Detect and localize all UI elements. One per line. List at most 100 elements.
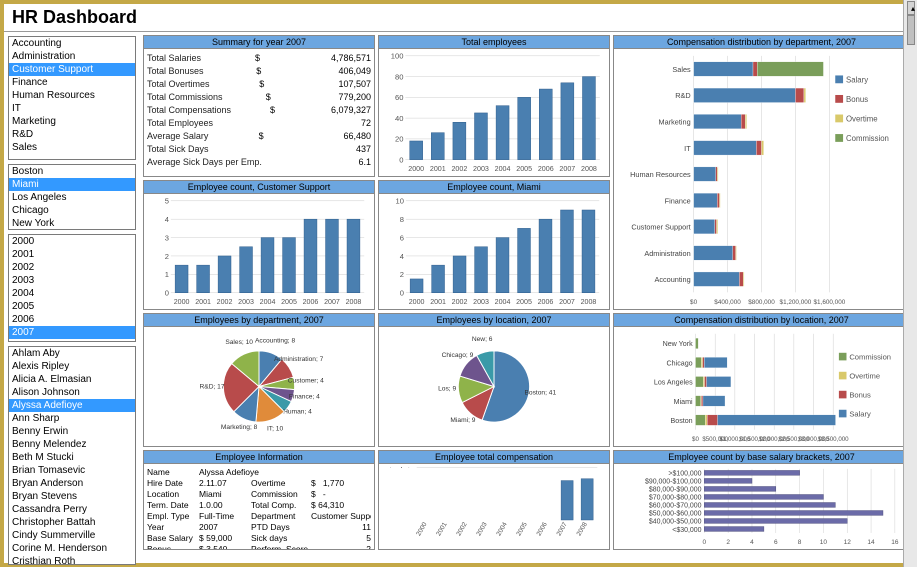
svg-text:2004: 2004 [495,521,508,537]
list-item[interactable]: 2000 [9,235,135,248]
svg-text:Los; 9: Los; 9 [438,385,456,392]
value: Miami [199,489,251,500]
svg-text:2006: 2006 [536,521,549,537]
list-item[interactable]: Alicia A. Elmasian [9,373,135,386]
list-item[interactable]: Bryan Anderson [9,477,135,490]
svg-text:2000: 2000 [415,521,428,537]
svg-text:2000: 2000 [174,298,190,306]
location-listbox[interactable]: BostonMiamiLos AngelesChicagoNew York [8,164,136,230]
list-item[interactable]: 2006 [9,313,135,326]
svg-text:40: 40 [395,114,403,123]
emp-loc-pie: Boston; 41Miami; 9Los; 9Chicago; 9New; 6 [382,330,606,443]
sidebar: ▴ AccountingAdministrationCustomer Suppo… [4,32,140,561]
svg-text:2007: 2007 [556,521,569,537]
list-item[interactable]: 2007 [9,326,135,339]
list-item[interactable]: Sales [9,141,135,154]
list-item[interactable]: Beth M Stucki [9,451,135,464]
list-item[interactable]: Cassandra Perry [9,503,135,516]
total-employees-panel: Total employees 020406080100200020012002… [378,35,610,177]
svg-text:3: 3 [165,233,169,242]
list-item[interactable]: Cindy Summerville [9,529,135,542]
list-item[interactable]: Customer Support [9,63,135,76]
svg-text:Sales; 10: Sales; 10 [225,339,253,346]
svg-text:$400,000: $400,000 [714,299,741,306]
svg-text:2005: 2005 [515,521,528,537]
svg-text:2007: 2007 [559,298,575,306]
svg-text:Overtime: Overtime [849,371,880,380]
emp-bracket-chart: 0246810121416>$100,000$90,000-$100,000$8… [617,467,906,546]
value: 2 [311,544,371,549]
svg-text:2002: 2002 [451,165,467,173]
employee-listbox[interactable]: ▴ Ahlam AbyAlexis RipleyAlicia A. Elmasi… [8,346,136,565]
list-item[interactable]: Administration [9,50,135,63]
list-item[interactable]: Corine M. Henderson [9,542,135,555]
label: Overtime [251,478,311,489]
list-item[interactable]: 2003 [9,274,135,287]
label: Term. Date [147,500,199,511]
svg-text:$40,000-$50,000: $40,000-$50,000 [649,519,702,526]
list-item[interactable]: Alyssa Adefioye [9,399,135,412]
summary-row: Total Compensations$6,079,327 [147,104,371,117]
list-item[interactable]: New York [9,217,135,230]
value: Customer Support [311,511,371,522]
total-employees-chart: 0204060801002000200120022003200420052006… [382,52,606,173]
list-item[interactable]: IT [9,102,135,115]
svg-text:10: 10 [820,539,828,546]
panel-title: Employee count, Miami [379,181,609,194]
svg-text:8: 8 [400,215,404,224]
list-item[interactable]: Ann Sharp [9,412,135,425]
emp-loc-panel: Employees by location, 2007 Boston; 41Mi… [378,313,610,447]
value: $ 1,770 [311,478,371,489]
svg-text:6: 6 [774,539,778,546]
list-item[interactable]: Benny Melendez [9,438,135,451]
svg-text:Bonus: Bonus [849,390,871,399]
list-item[interactable]: Finance [9,76,135,89]
panel-title: Employees by location, 2007 [379,314,609,327]
value: Full-Time [199,511,251,522]
svg-text:2007: 2007 [324,298,340,306]
summary-row: Total Bonuses$406,049 [147,65,371,78]
list-item[interactable]: 2005 [9,300,135,313]
list-item[interactable]: 2008 [9,339,135,342]
value: $ 64,310 [311,500,371,511]
list-item[interactable]: Accounting [9,37,135,50]
svg-text:Salary: Salary [849,409,871,418]
svg-text:14: 14 [867,539,875,546]
list-item[interactable]: Miami [9,178,135,191]
list-item[interactable]: Chicago [9,204,135,217]
value: $ 3,540 [199,544,251,549]
svg-text:Marketing; 8: Marketing; 8 [221,424,258,431]
list-item[interactable]: Cristhian Roth [9,555,135,565]
svg-text:2006: 2006 [538,165,554,173]
list-item[interactable]: 2001 [9,248,135,261]
list-item[interactable]: R&D [9,128,135,141]
list-item[interactable]: Boston [9,165,135,178]
year-listbox[interactable]: 200020012002200320042005200620072008 [8,234,136,342]
list-item[interactable]: Human Resources [9,89,135,102]
list-item[interactable]: Benny Erwin [9,425,135,438]
department-listbox[interactable]: ▴ AccountingAdministrationCustomer Suppo… [8,36,136,160]
svg-text:2005: 2005 [516,298,532,306]
list-item[interactable]: Christopher Battah [9,516,135,529]
list-item[interactable]: Alison Johnson [9,386,135,399]
list-item[interactable]: Ahlam Aby [9,347,135,360]
svg-text:2002: 2002 [455,521,468,537]
svg-text:Accounting: Accounting [654,275,690,284]
label: Location [147,489,199,500]
list-item[interactable]: Alexis Ripley [9,360,135,373]
list-item[interactable]: Bryan Stevens [9,490,135,503]
svg-text:0: 0 [165,289,169,298]
list-item[interactable]: Marketing [9,115,135,128]
svg-text:2004: 2004 [495,165,511,173]
list-item[interactable]: 2004 [9,287,135,300]
svg-text:>$100,000: >$100,000 [668,471,701,478]
svg-text:Human; 4: Human; 4 [283,408,312,415]
svg-text:2004: 2004 [495,298,511,306]
svg-text:2008: 2008 [346,298,362,306]
list-item[interactable]: Los Angeles [9,191,135,204]
list-item[interactable]: Brian Tomasevic [9,464,135,477]
list-item[interactable]: 2002 [9,261,135,274]
svg-text:$1,200,000: $1,200,000 [780,299,812,306]
svg-text:2002: 2002 [452,298,468,306]
summary-row: Average Sick Days per Emp.6.1 [147,156,371,169]
